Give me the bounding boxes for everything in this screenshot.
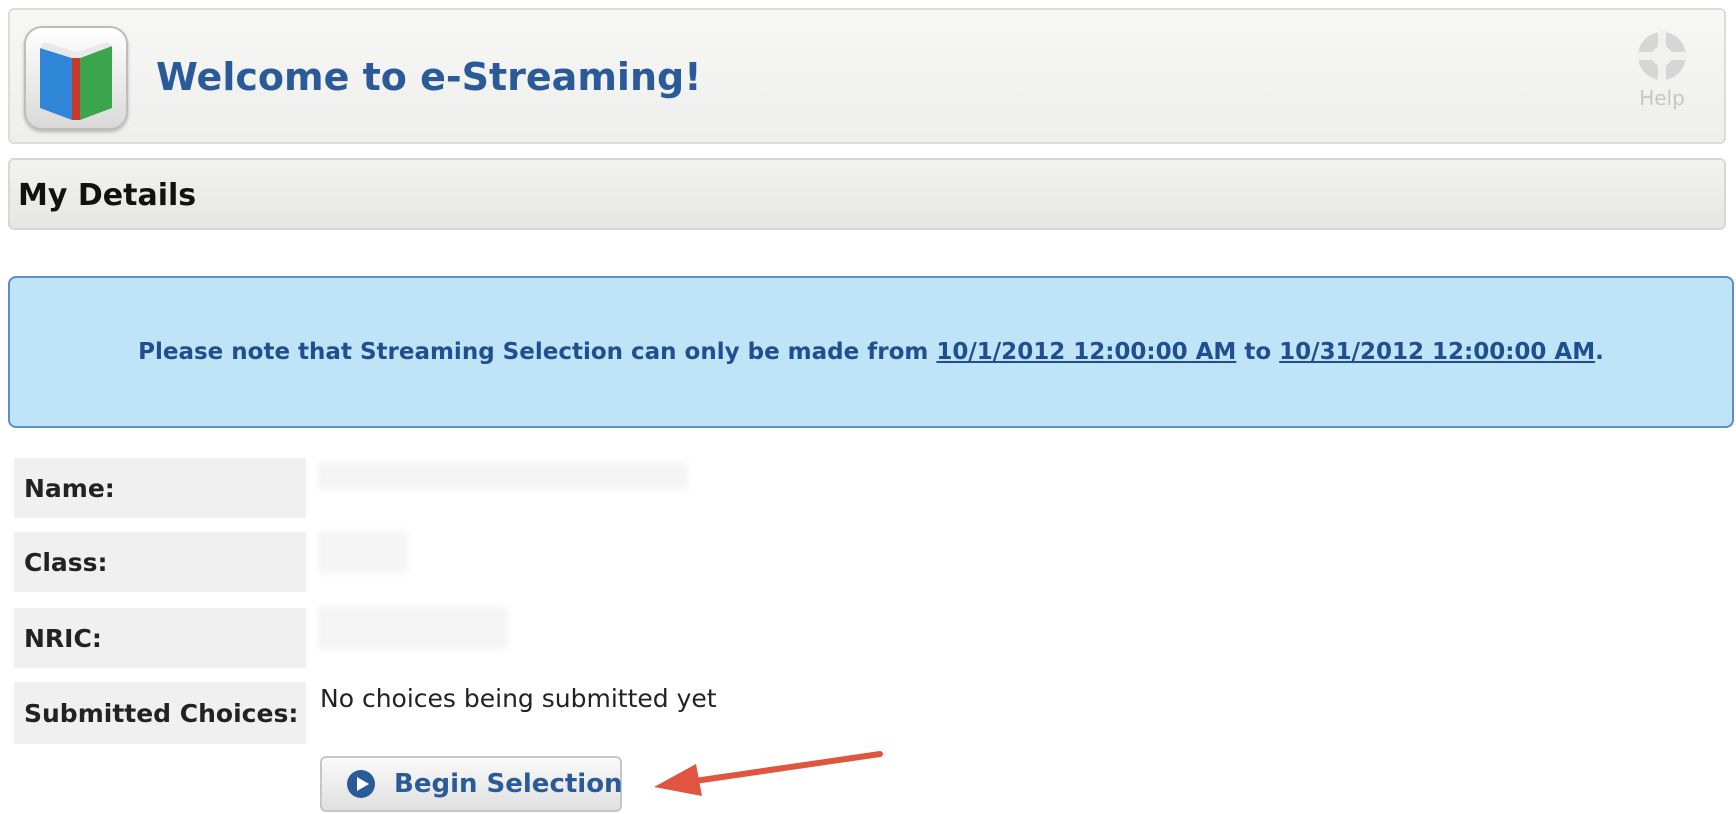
begin-selection-button[interactable]: Begin Selection (320, 756, 623, 812)
help-label: Help (1639, 86, 1685, 110)
nric-label: NRIC: (14, 608, 306, 668)
book-icon (24, 26, 128, 130)
play-circle-icon (347, 770, 375, 798)
section-header: My Details (8, 158, 1726, 230)
annotation-arrow (654, 751, 883, 796)
app-header: Welcome to e-Streaming! Help (8, 8, 1726, 144)
class-value (318, 530, 408, 574)
submitted-choices-value: No choices being submitted yet (320, 684, 717, 713)
name-label: Name: (14, 458, 306, 518)
start-date-link[interactable]: 10/1/2012 12:00:00 AM (936, 339, 1236, 365)
page-title: Welcome to e-Streaming! (156, 55, 702, 99)
notice-connector: to (1244, 339, 1272, 365)
class-label: Class: (14, 532, 306, 592)
help-button[interactable]: Help (1626, 28, 1698, 132)
submitted-choices-label: Submitted Choices: (14, 682, 306, 744)
end-date-link[interactable]: 10/31/2012 12:00:00 AM (1279, 339, 1595, 365)
section-title: My Details (18, 178, 197, 213)
lifebuoy-icon (1636, 30, 1688, 82)
name-value (318, 462, 688, 490)
notice-suffix: . (1595, 339, 1604, 365)
selection-period-notice: Please note that Streaming Selection can… (8, 276, 1734, 428)
begin-selection-label: Begin Selection (394, 769, 623, 799)
notice-prefix: Please note that Streaming Selection can… (138, 339, 929, 365)
nric-value (318, 606, 508, 650)
